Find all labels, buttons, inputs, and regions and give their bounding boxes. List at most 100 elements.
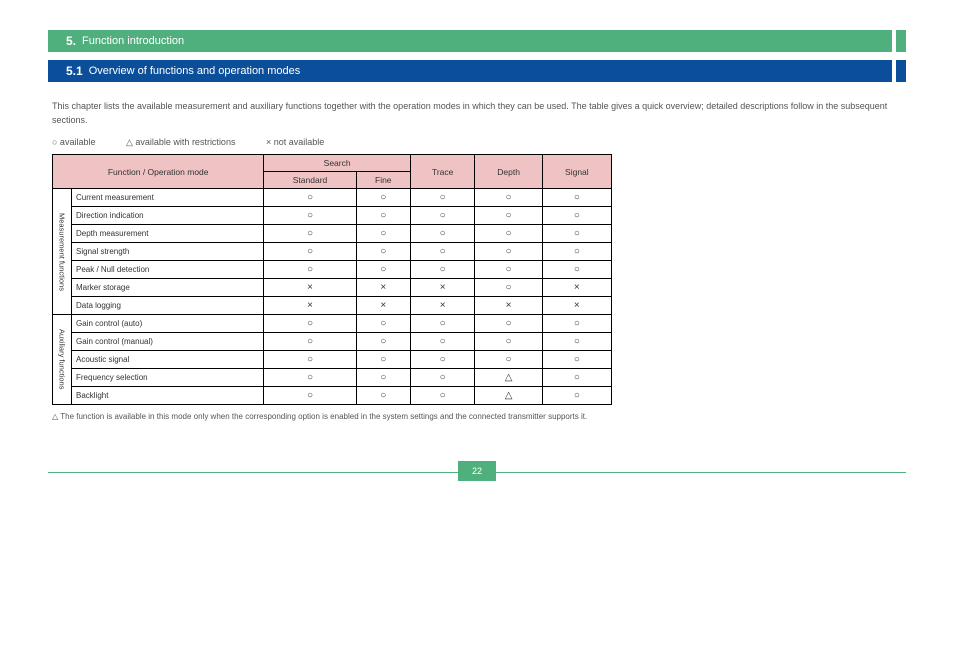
chapter-title: Function introduction xyxy=(82,35,184,47)
chapter-banner: 5. Function introduction xyxy=(48,30,906,52)
cell-symbol: ○ xyxy=(356,207,410,225)
cell-symbol: ○ xyxy=(410,387,475,405)
cell-symbol: ○ xyxy=(542,387,611,405)
table-row: Signal strength○○○○○ xyxy=(53,243,612,261)
th-trace: Trace xyxy=(410,155,475,189)
row-label: Acoustic signal xyxy=(72,351,264,369)
cell-symbol: ○ xyxy=(356,189,410,207)
table-row: Direction indication○○○○○ xyxy=(53,207,612,225)
cell-symbol: × xyxy=(410,279,475,297)
cell-symbol: ○ xyxy=(542,243,611,261)
cell-symbol: × xyxy=(356,297,410,315)
th-function: Function / Operation mode xyxy=(53,155,264,189)
table-row: Frequency selection○○○△○ xyxy=(53,369,612,387)
cell-symbol: × xyxy=(542,297,611,315)
cell-symbol: ○ xyxy=(264,225,356,243)
cell-symbol: ○ xyxy=(356,387,410,405)
table-row: Acoustic signal○○○○○ xyxy=(53,351,612,369)
table-row: Auxiliary functionsGain control (auto)○○… xyxy=(53,315,612,333)
banner-accent-left xyxy=(48,60,58,82)
table-row: Depth measurement○○○○○ xyxy=(53,225,612,243)
cell-symbol: ○ xyxy=(356,261,410,279)
cell-symbol: ○ xyxy=(264,387,356,405)
table-row: Measurement functionsCurrent measurement… xyxy=(53,189,612,207)
cell-symbol: ○ xyxy=(475,189,542,207)
chapter-number: 5. xyxy=(66,34,76,48)
cell-symbol: ○ xyxy=(264,351,356,369)
row-label: Frequency selection xyxy=(72,369,264,387)
cell-symbol: ○ xyxy=(356,333,410,351)
banner-accent-right xyxy=(896,60,906,82)
legend-unavailable: × not available xyxy=(266,137,324,147)
th-signal: Signal xyxy=(542,155,611,189)
cell-symbol: ○ xyxy=(410,189,475,207)
cell-symbol: ○ xyxy=(410,315,475,333)
cell-symbol: × xyxy=(410,297,475,315)
banner-body: 5. Function introduction xyxy=(58,30,892,52)
cell-symbol: ○ xyxy=(264,207,356,225)
cell-symbol: ○ xyxy=(542,315,611,333)
th-search-standard: Standard xyxy=(264,172,356,189)
row-label: Marker storage xyxy=(72,279,264,297)
cell-symbol: ○ xyxy=(264,189,356,207)
table-row: Peak / Null detection○○○○○ xyxy=(53,261,612,279)
cell-symbol: ○ xyxy=(542,207,611,225)
cell-symbol: ○ xyxy=(410,369,475,387)
cell-symbol: ○ xyxy=(356,369,410,387)
section-banner: 5.1 Overview of functions and operation … xyxy=(48,60,906,82)
th-search-fine: Fine xyxy=(356,172,410,189)
cell-symbol: ○ xyxy=(264,333,356,351)
table-footnote: △ The function is available in this mode… xyxy=(52,411,902,422)
cell-symbol: △ xyxy=(475,369,542,387)
banner-body: 5.1 Overview of functions and operation … xyxy=(58,60,892,82)
row-label: Depth measurement xyxy=(72,225,264,243)
cell-symbol: × xyxy=(542,279,611,297)
legend-restricted: △ available with restrictions xyxy=(126,137,235,147)
cell-symbol: ○ xyxy=(410,225,475,243)
cell-symbol: ○ xyxy=(410,207,475,225)
cell-symbol: ○ xyxy=(542,189,611,207)
row-label: Gain control (manual) xyxy=(72,333,264,351)
cell-symbol: ○ xyxy=(542,261,611,279)
th-depth: Depth xyxy=(475,155,542,189)
table-row: Data logging××××× xyxy=(53,297,612,315)
cell-symbol: ○ xyxy=(542,333,611,351)
row-label: Gain control (auto) xyxy=(72,315,264,333)
table-row: Gain control (manual)○○○○○ xyxy=(53,333,612,351)
cell-symbol: ○ xyxy=(542,225,611,243)
row-label: Backlight xyxy=(72,387,264,405)
function-mode-table: Function / Operation mode Search Trace D… xyxy=(52,154,612,405)
cell-symbol: ○ xyxy=(475,333,542,351)
cell-symbol: × xyxy=(356,279,410,297)
cell-symbol: ○ xyxy=(475,351,542,369)
cell-symbol: × xyxy=(475,297,542,315)
row-group-meas: Measurement functions xyxy=(53,189,72,315)
intro-paragraph: This chapter lists the available measure… xyxy=(52,100,902,127)
table-row: Backlight○○○△○ xyxy=(53,387,612,405)
cell-symbol: ○ xyxy=(475,261,542,279)
table-row: Marker storage×××○× xyxy=(53,279,612,297)
cell-symbol: ○ xyxy=(475,207,542,225)
cell-symbol: ○ xyxy=(410,351,475,369)
banner-accent-left xyxy=(48,30,58,52)
banner-accent-right xyxy=(896,30,906,52)
cell-symbol: ○ xyxy=(542,351,611,369)
legend: ○ available △ available with restriction… xyxy=(52,137,902,148)
row-label: Signal strength xyxy=(72,243,264,261)
section-number: 5.1 xyxy=(66,64,83,78)
cell-symbol: ○ xyxy=(542,369,611,387)
cell-symbol: ○ xyxy=(475,225,542,243)
cell-symbol: ○ xyxy=(264,369,356,387)
cell-symbol: ○ xyxy=(356,351,410,369)
cell-symbol: ○ xyxy=(356,243,410,261)
page-footer: 22 xyxy=(48,472,906,473)
cell-symbol: ○ xyxy=(475,279,542,297)
cell-symbol: ○ xyxy=(410,261,475,279)
row-group-aux: Auxiliary functions xyxy=(53,315,72,405)
cell-symbol: ○ xyxy=(410,243,475,261)
row-label: Peak / Null detection xyxy=(72,261,264,279)
cell-symbol: ○ xyxy=(475,243,542,261)
row-label: Direction indication xyxy=(72,207,264,225)
cell-symbol: ○ xyxy=(475,315,542,333)
cell-symbol: △ xyxy=(475,387,542,405)
